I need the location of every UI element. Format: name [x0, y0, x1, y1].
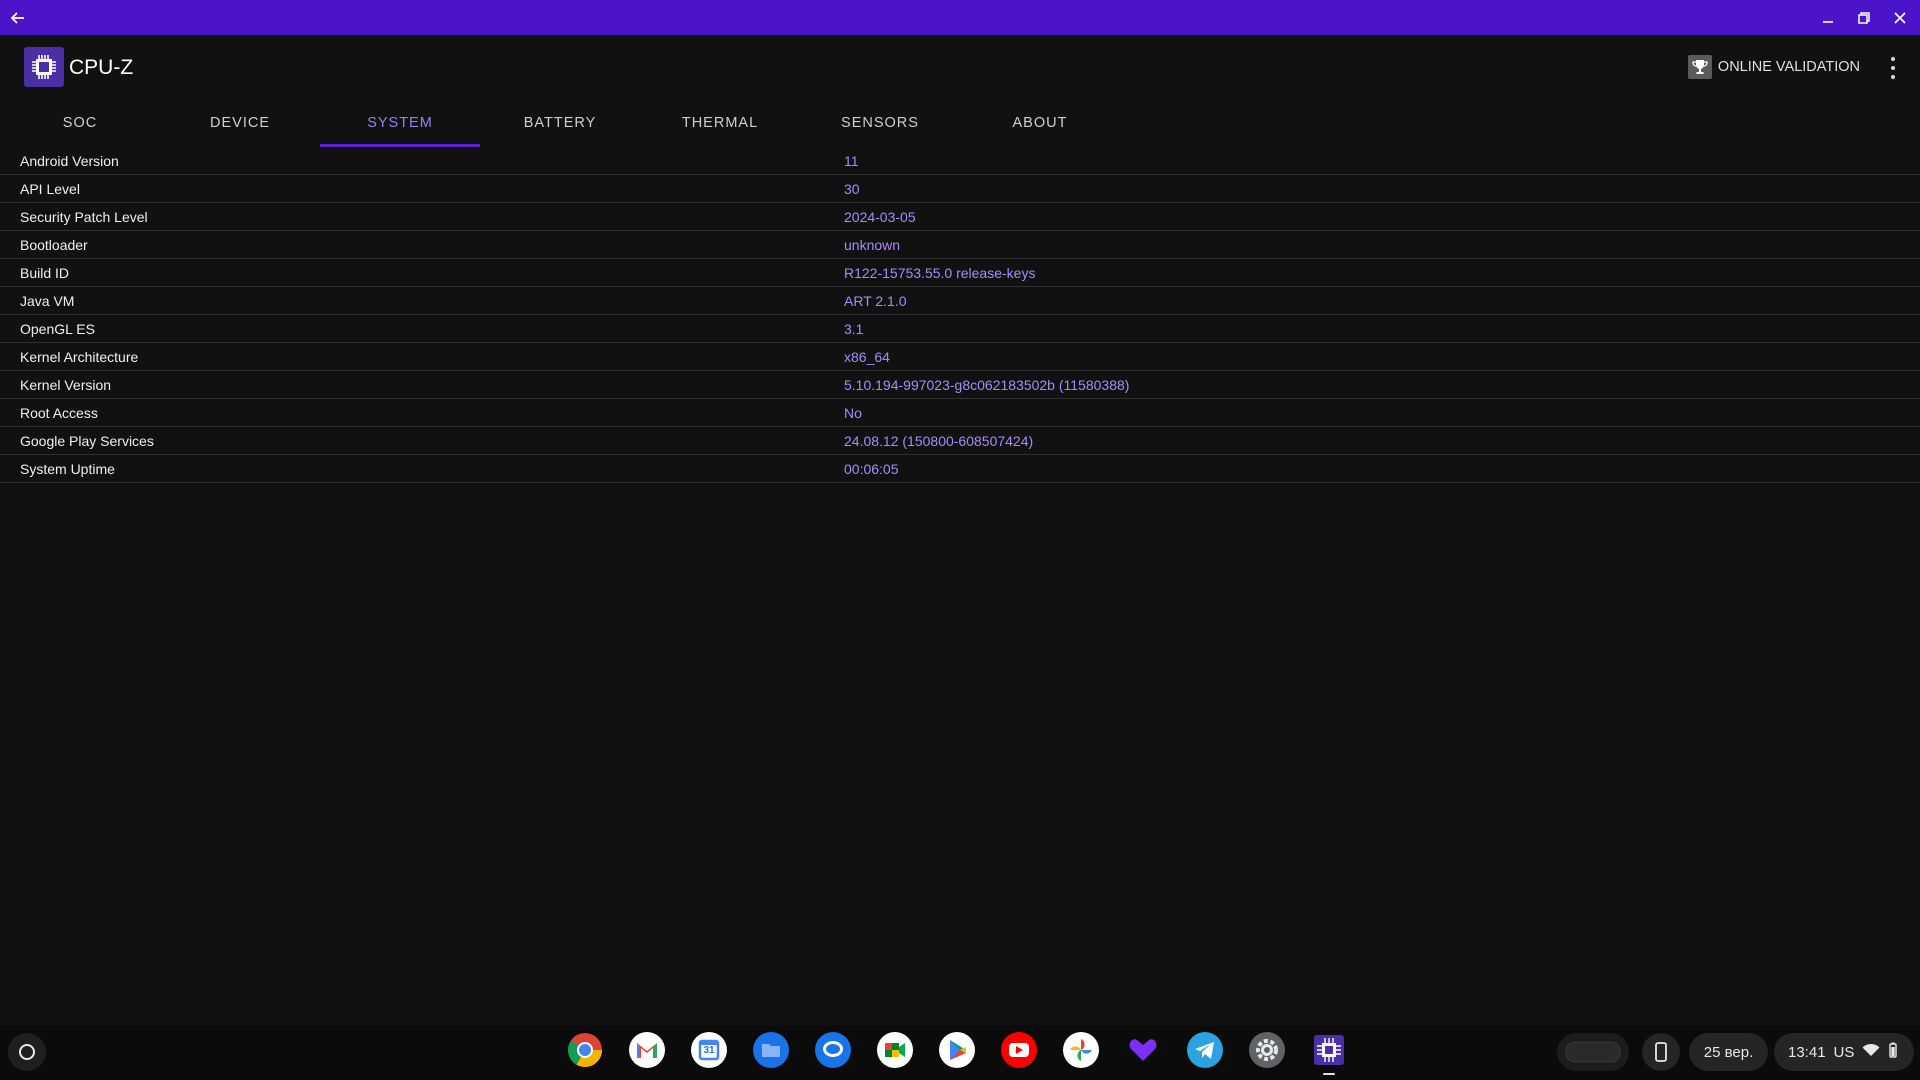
tab-about[interactable]: ABOUT [960, 99, 1120, 147]
row-key: OpenGL ES [20, 320, 95, 337]
row-value: 24.08.12 (150800-608507424) [844, 432, 1034, 449]
table-row: Java VM ART 2.1.0 [0, 287, 1920, 315]
status-area[interactable]: 13:41 US [1774, 1033, 1914, 1071]
row-key: Java VM [20, 292, 75, 309]
system-info-table: Android Version 11 API Level 30 Security P… [0, 147, 1920, 483]
online-validation-label: ONLINE VALIDATION [1717, 59, 1860, 75]
row-value: R122-15753.55.0 release-keys [844, 264, 1036, 281]
row-value: x86_64 [844, 348, 890, 365]
table-row: Build ID R122-15753.55.0 release-keys [0, 259, 1920, 287]
chrome-icon[interactable] [566, 1031, 604, 1069]
input-method: US [1833, 1043, 1855, 1061]
phone-hub-icon[interactable] [1642, 1033, 1680, 1071]
minimize-icon[interactable] [1810, 0, 1846, 35]
tab-battery[interactable]: BATTERY [480, 99, 640, 147]
tab-thermal[interactable]: THERMAL [640, 99, 800, 147]
tab-device[interactable]: DEVICE [160, 99, 320, 147]
table-row: Security Patch Level 2024-03-05 [0, 203, 1920, 231]
table-row: Kernel Version 5.10.194-997023-g8c0621835… [0, 371, 1920, 399]
row-value: unknown [844, 236, 901, 253]
online-validation-button[interactable]: ONLINE VALIDATION [1687, 53, 1860, 81]
row-key: Root Access [20, 404, 98, 421]
row-value: 3.1 [844, 320, 864, 337]
clock-time: 13:41 [1788, 1043, 1826, 1061]
battery-icon [1888, 1042, 1898, 1062]
table-row: Kernel Architecture x86_64 [0, 343, 1920, 371]
youtube-icon[interactable] [1000, 1031, 1038, 1069]
table-row: OpenGL ES 3.1 [0, 315, 1920, 343]
row-value: 5.10.194-997023-g8c062183502b (11580388) [844, 376, 1130, 393]
table-row: Bootloader unknown [0, 231, 1920, 259]
photos-icon[interactable] [1062, 1031, 1100, 1069]
row-value: 11 [844, 152, 859, 169]
table-row: Google Play Services 24.08.12 (150800-608… [0, 427, 1920, 455]
table-row: Root Access No [0, 399, 1920, 427]
tab-soc[interactable]: SOC [0, 99, 160, 147]
table-row: System Uptime 00:06:05 [0, 455, 1920, 483]
row-key: Bootloader [20, 236, 88, 253]
wifi-icon [1862, 1043, 1880, 1061]
heart-app-icon[interactable] [1124, 1031, 1162, 1069]
row-value: 2024-03-05 [844, 208, 916, 225]
row-value: 00:06:05 [844, 460, 899, 477]
close-icon[interactable] [1882, 0, 1918, 35]
telegram-icon[interactable] [1186, 1031, 1224, 1069]
calendar-day: 31 [703, 1045, 715, 1056]
cpu-chip-logo-icon [24, 47, 64, 87]
cpu-z-icon[interactable] [1310, 1031, 1348, 1075]
row-value: 30 [844, 180, 860, 197]
play-store-icon[interactable] [938, 1031, 976, 1069]
app-bar: CPU-Z ONLINE VALIDATION [0, 35, 1920, 99]
back-arrow-icon[interactable] [0, 0, 35, 35]
tab-system[interactable]: SYSTEM [320, 99, 480, 147]
messages-icon[interactable] [814, 1031, 852, 1069]
tab-bar: SOC DEVICE SYSTEM BATTERY THERMAL SENSOR… [0, 99, 1120, 147]
table-row: Android Version 11 [0, 147, 1920, 175]
restore-icon[interactable] [1846, 0, 1882, 35]
row-key: System Uptime [20, 460, 115, 477]
table-row: API Level 30 [0, 175, 1920, 203]
more-options-icon[interactable] [1886, 55, 1900, 81]
date-display[interactable]: 25 вер. [1689, 1033, 1768, 1071]
launcher-icon[interactable] [8, 1033, 46, 1071]
tab-sensors[interactable]: SENSORS [800, 99, 960, 147]
settings-icon[interactable] [1248, 1031, 1286, 1069]
pinned-apps: 31 [566, 1031, 1348, 1075]
row-key: Kernel Architecture [20, 348, 139, 365]
row-value: ART 2.1.0 [844, 292, 907, 309]
system-shelf: 31 25 вер. 13:41 US [0, 1025, 1920, 1080]
row-key: Google Play Services [20, 432, 154, 449]
row-key: API Level [20, 180, 80, 197]
gmail-icon[interactable] [628, 1031, 666, 1069]
row-key: Security Patch Level [20, 208, 148, 225]
meet-icon[interactable] [876, 1031, 914, 1069]
window-titlebar [0, 0, 1920, 35]
row-key: Kernel Version [20, 376, 112, 393]
app-title: CPU-Z [69, 56, 134, 79]
row-key: Android Version [20, 152, 119, 169]
calendar-icon[interactable]: 31 [690, 1031, 728, 1069]
row-key: Build ID [20, 264, 70, 281]
files-icon[interactable] [752, 1031, 790, 1069]
row-value: No [844, 404, 862, 421]
tray-camera-preview[interactable] [1557, 1033, 1629, 1071]
trophy-icon [1687, 55, 1712, 79]
